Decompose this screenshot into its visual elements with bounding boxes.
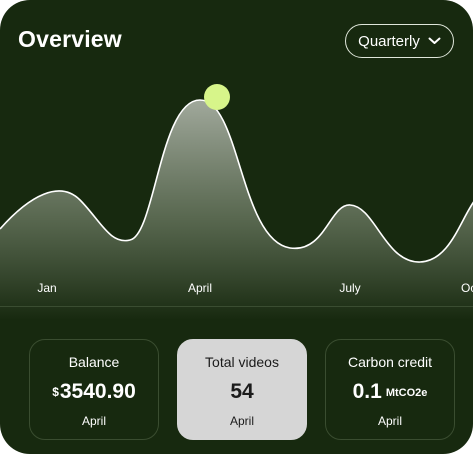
carbon-credit-card[interactable]: Carbon credit 0.1 MtCO2e April xyxy=(325,339,455,440)
balance-value: 3540.90 xyxy=(59,380,136,403)
highlight-marker[interactable] xyxy=(204,84,230,110)
balance-currency: $ xyxy=(52,385,59,399)
balance-label: Balance xyxy=(68,354,120,370)
balance-period: April xyxy=(81,414,106,428)
x-tick-oct: Oc xyxy=(461,281,473,295)
total-videos-period: April xyxy=(229,414,254,428)
x-tick-april: April xyxy=(188,281,212,295)
page-title: Overview xyxy=(18,26,122,52)
period-dropdown[interactable]: Quarterly xyxy=(345,24,454,58)
carbon-credit-period: April xyxy=(377,414,402,428)
x-tick-july: July xyxy=(339,281,360,295)
x-tick-jan: Jan xyxy=(37,281,56,295)
overview-card: Jan April July Oc Overview Quarterly Bal… xyxy=(0,0,473,454)
total-videos-card[interactable]: Total videos 54 April xyxy=(177,339,307,440)
carbon-credit-label: Carbon credit xyxy=(347,354,433,370)
balance-value-row: $3540.90 xyxy=(30,380,158,404)
carbon-credit-value: 0.1 xyxy=(352,380,382,403)
area-fill xyxy=(0,100,473,320)
total-videos-label: Total videos xyxy=(205,354,279,370)
chevron-down-icon xyxy=(428,37,441,45)
total-videos-value: 54 xyxy=(230,380,254,403)
period-dropdown-label: Quarterly xyxy=(358,32,420,50)
section-divider xyxy=(0,306,473,307)
carbon-credit-value-row: 0.1 MtCO2e xyxy=(326,380,454,404)
carbon-credit-unit: MtCO2e xyxy=(385,387,428,399)
balance-card[interactable]: Balance $3540.90 April xyxy=(29,339,159,440)
